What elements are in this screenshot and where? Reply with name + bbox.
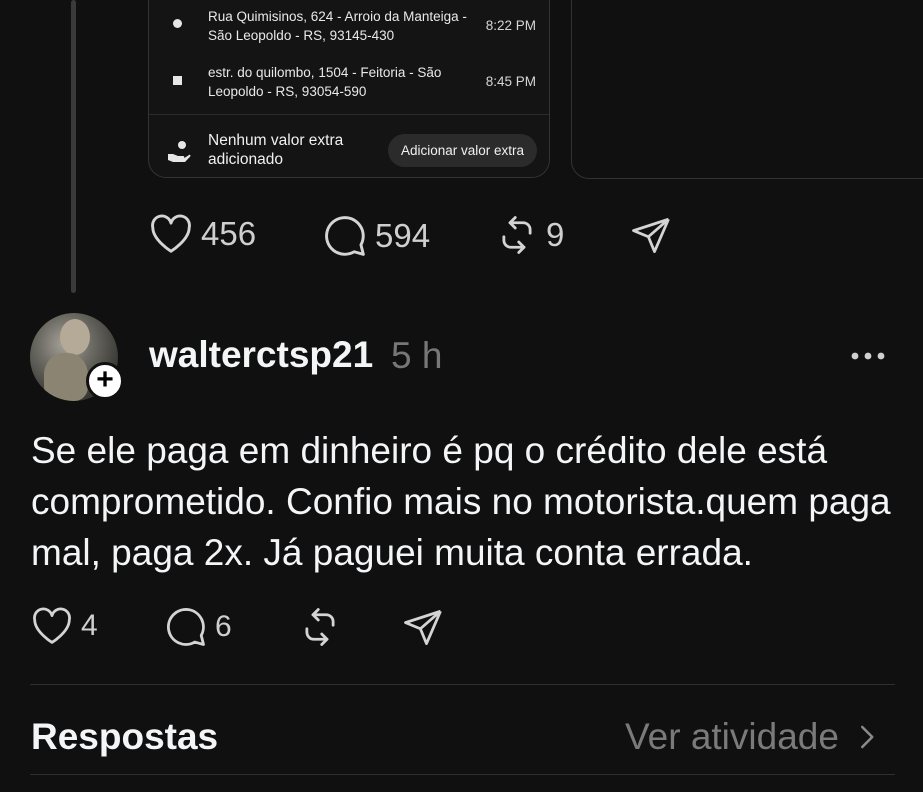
dropoff-address: estr. do quilombo, 1504 - Feitoria - São… bbox=[208, 65, 442, 99]
dropoff-square-icon bbox=[173, 76, 182, 85]
route-pickup: Rua Quimisinos, 624 - Arroio da Manteiga… bbox=[149, 0, 549, 48]
parent-share-button[interactable] bbox=[630, 214, 672, 256]
share-icon bbox=[404, 609, 442, 646]
section-divider bbox=[30, 684, 895, 685]
share-icon bbox=[632, 217, 670, 254]
bottom-divider bbox=[30, 774, 895, 775]
parent-like-count: 456 bbox=[201, 215, 257, 252]
heart-icon bbox=[33, 607, 71, 644]
post-body: Se ele paga em dinheiro é pq o crédito d… bbox=[31, 430, 891, 573]
hand-coin-icon bbox=[167, 140, 191, 169]
chevron-right-icon bbox=[860, 725, 874, 749]
like-button[interactable]: 4 bbox=[31, 607, 98, 645]
route-dropoff: estr. do quilombo, 1504 - Feitoria - São… bbox=[149, 54, 549, 114]
repost-icon bbox=[305, 608, 335, 646]
thread-line bbox=[71, 0, 76, 293]
follow-button[interactable]: + bbox=[86, 362, 124, 400]
embedded-ride-card[interactable]: Rua Quimisinos, 624 - Arroio da Manteiga… bbox=[148, 0, 550, 178]
pickup-address: Rua Quimisinos, 624 - Arroio da Manteiga… bbox=[208, 9, 467, 43]
more-icon[interactable] bbox=[850, 349, 886, 367]
like-count: 4 bbox=[81, 609, 98, 642]
extra-value-status: Nenhum valor extra adicionado bbox=[208, 132, 344, 168]
comment-icon bbox=[167, 608, 205, 646]
pickup-dot-icon bbox=[173, 19, 182, 28]
embedded-media-card-2[interactable] bbox=[571, 0, 923, 179]
post-username[interactable]: walterctsp21 bbox=[149, 334, 373, 376]
share-button[interactable] bbox=[402, 606, 444, 648]
parent-comment-button[interactable]: 594 bbox=[323, 214, 430, 258]
parent-repost-button[interactable]: 9 bbox=[496, 214, 564, 256]
comment-icon bbox=[325, 216, 365, 256]
add-extra-value-button[interactable]: Adicionar valor extra bbox=[388, 134, 537, 167]
repost-icon bbox=[502, 216, 532, 254]
pickup-time: 8:22 PM bbox=[485, 18, 536, 33]
repost-button[interactable] bbox=[299, 606, 341, 648]
comment-count: 6 bbox=[215, 610, 232, 643]
heart-icon bbox=[151, 214, 191, 253]
parent-repost-count: 9 bbox=[546, 216, 565, 253]
plus-icon: + bbox=[96, 363, 114, 396]
comment-button[interactable]: 6 bbox=[165, 606, 232, 648]
view-activity-link[interactable]: Ver atividade bbox=[625, 716, 881, 758]
parent-like-button[interactable]: 456 bbox=[149, 214, 256, 254]
parent-comment-count: 594 bbox=[375, 217, 431, 254]
view-activity-label: Ver atividade bbox=[625, 716, 839, 757]
dropoff-time: 8:45 PM bbox=[485, 74, 536, 89]
post-timestamp: 5 h bbox=[391, 335, 443, 376]
card-divider bbox=[149, 114, 549, 115]
replies-heading: Respostas bbox=[31, 716, 219, 757]
